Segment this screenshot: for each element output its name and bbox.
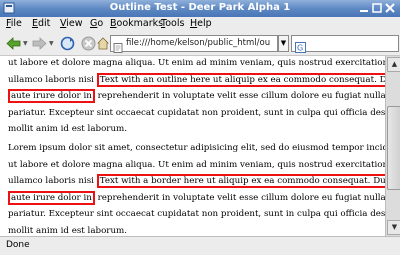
menu-help[interactable]: Help bbox=[190, 18, 212, 29]
scroll-up-icon[interactable]: ▲ bbox=[387, 57, 400, 72]
window-title: Outline Test - Deer Park Alpha 1 bbox=[109, 2, 291, 13]
bordered-text: Text with a border here ut aliquip ex ea… bbox=[96, 174, 385, 188]
stop-icon[interactable] bbox=[80, 35, 97, 52]
scrollbar-thumb[interactable] bbox=[387, 106, 400, 190]
close-icon[interactable] bbox=[385, 3, 395, 13]
menu-bookmarks[interactable]: Bookmarks bbox=[110, 18, 163, 29]
vertical-scrollbar[interactable]: ▲ ▼ bbox=[385, 56, 400, 236]
menu-view[interactable]: View bbox=[60, 18, 83, 29]
text-line: Lorem ipsum dolor sit amet, consectetur … bbox=[8, 143, 385, 153]
back-icon[interactable] bbox=[5, 35, 22, 52]
menu-edit[interactable]: Edit bbox=[32, 18, 50, 29]
scroll-down-icon[interactable]: ▼ bbox=[387, 220, 400, 235]
text-line: aute irure dolor in reprehenderit in vol… bbox=[8, 88, 385, 105]
text-line: aute irure dolor in reprehenderit in vol… bbox=[8, 190, 385, 207]
page-content: ut labore et dolore magna aliqua. Ut eni… bbox=[0, 56, 385, 236]
menu-file[interactable]: File bbox=[6, 18, 22, 29]
menu-go[interactable]: Go bbox=[90, 18, 103, 29]
status-text: Done bbox=[6, 240, 30, 250]
status-bar: Done bbox=[0, 236, 400, 255]
svg-text:G: G bbox=[297, 44, 303, 53]
text-line: pariatur. Excepteur sint occaecat cupida… bbox=[8, 107, 385, 118]
text-line: mollit anim id est laborum. bbox=[8, 225, 128, 236]
outlined-text: Text with an outline here ut aliquip ex … bbox=[96, 72, 385, 87]
text-line: ut labore et dolore magna aliqua. Ut eni… bbox=[8, 58, 385, 68]
menu-bar: File Edit View Go Bookmarks Tools Help bbox=[0, 17, 400, 32]
text-line: ullamco laboris nisi Text with an outlin… bbox=[8, 72, 385, 89]
bordered-text: aute irure dolor in bbox=[8, 190, 95, 205]
url-text[interactable]: file:///home/kelson/public_html/ou bbox=[126, 38, 270, 48]
minimize-icon[interactable] bbox=[359, 3, 369, 13]
outlined-text: aute irure dolor in bbox=[8, 89, 95, 103]
reload-icon[interactable] bbox=[59, 35, 76, 52]
search-bar[interactable]: G bbox=[291, 35, 399, 53]
back-dropdown-icon[interactable]: ▼ bbox=[23, 41, 29, 47]
home-icon[interactable] bbox=[97, 35, 109, 52]
paragraph-outline: ut labore et dolore magna aliqua. Ut eni… bbox=[8, 56, 385, 138]
forward-dropdown-icon[interactable]: ▼ bbox=[49, 41, 55, 47]
forward-icon[interactable] bbox=[31, 35, 48, 52]
url-bar[interactable]: file:///home/kelson/public_html/ou bbox=[110, 35, 278, 53]
maximize-icon[interactable] bbox=[372, 3, 382, 13]
paragraph-border: Lorem ipsum dolor sit amet, consectetur … bbox=[8, 140, 385, 236]
url-dropdown-icon[interactable]: ▼ bbox=[278, 35, 289, 52]
title-bar[interactable]: Outline Test - Deer Park Alpha 1 bbox=[0, 0, 400, 18]
menu-tools[interactable]: Tools bbox=[161, 18, 184, 29]
text-line: pariatur. Excepteur sint occaecat cupida… bbox=[8, 209, 385, 219]
text-line: ullamco laboris nisi Text with a border … bbox=[8, 173, 385, 190]
page-icon bbox=[113, 38, 123, 53]
search-engine-icon[interactable]: G bbox=[295, 38, 306, 53]
browser-window: Outline Test - Deer Park Alpha 1 File Ed… bbox=[0, 0, 400, 255]
text-line: ut labore et dolore magna aliqua. Ut eni… bbox=[8, 159, 385, 170]
navigation-toolbar: ▼ ▼ file:///home/kelson/public_html/ou ▼… bbox=[0, 32, 400, 56]
text-line: mollit anim id est laborum. bbox=[8, 124, 128, 134]
